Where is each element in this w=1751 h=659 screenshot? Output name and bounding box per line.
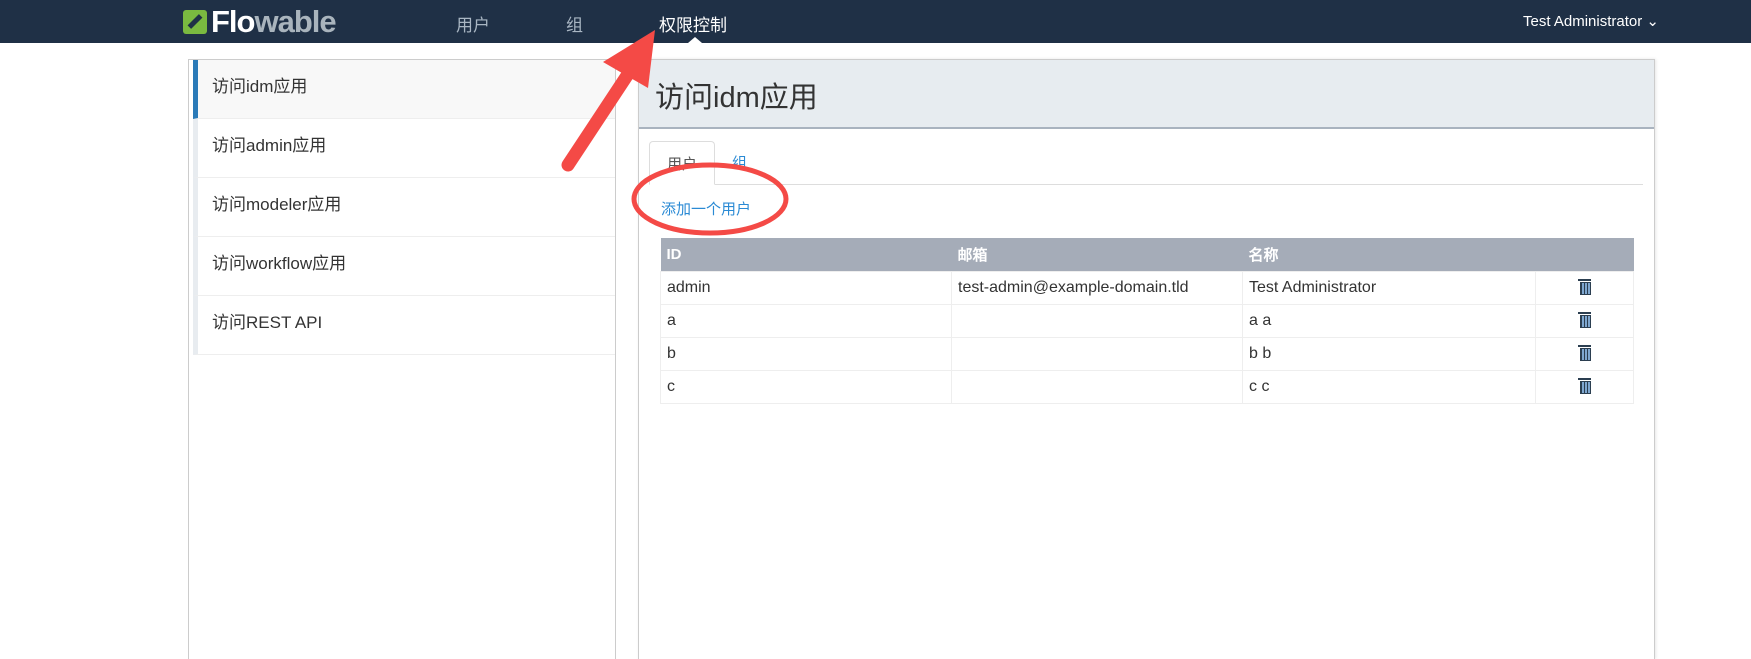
column-header-email: 邮箱 [951, 238, 1243, 271]
trash-icon[interactable] [1578, 310, 1591, 328]
nav-groups[interactable]: 组 [566, 11, 583, 36]
column-header-name: 名称 [1242, 238, 1536, 271]
privilege-item-admin[interactable]: 访问admin应用 [193, 119, 615, 178]
table-row: bb b [660, 336, 1634, 371]
cell-name: a a [1242, 303, 1536, 338]
add-user-link[interactable]: 添加一个用户 [661, 198, 751, 219]
table-row: aa a [660, 303, 1634, 338]
chevron-down-icon: ⌄ [1646, 13, 1659, 30]
table-row: admin test-admin@example-domain.tld Test A… [660, 270, 1634, 305]
privilege-item-modeler[interactable]: 访问modeler应用 [193, 178, 615, 237]
table-row: cc c [660, 369, 1634, 404]
cell-email [951, 369, 1243, 404]
column-header-actions [1535, 238, 1634, 271]
cell-email: test-admin@example-domain.tld [951, 270, 1243, 305]
active-nav-caret [688, 37, 702, 43]
top-navbar: Flowable 用户 组 权限控制 Test Administrator ⌄ [0, 0, 1751, 43]
cell-name: b b [1242, 336, 1536, 371]
logo-icon [183, 10, 207, 34]
trash-icon[interactable] [1578, 376, 1591, 394]
cell-id: b [660, 336, 952, 371]
users-table: ID 邮箱 名称 admin test-admin@example-domain.… [660, 238, 1634, 404]
tab-groups[interactable]: 组 [715, 141, 764, 185]
privilege-item-rest-api[interactable]: 访问REST API [193, 296, 615, 355]
privilege-list: 访问idm应用 访问admin应用 访问modeler应用 访问workflow… [188, 59, 616, 659]
cell-name: c c [1242, 369, 1536, 404]
trash-icon[interactable] [1578, 343, 1591, 361]
privilege-detail-panel: 访问idm应用 用户 组 添加一个用户 ID 邮箱 名称 admin test-a… [638, 59, 1655, 659]
cell-id: admin [660, 270, 952, 305]
cell-email [951, 336, 1243, 371]
panel-title: 访问idm应用 [639, 60, 1654, 129]
nav-users[interactable]: 用户 [456, 11, 490, 36]
cell-name: Test Administrator [1242, 270, 1536, 305]
privilege-item-workflow[interactable]: 访问workflow应用 [193, 237, 615, 296]
privilege-item-idm[interactable]: 访问idm应用 [193, 60, 615, 119]
cell-id: c [660, 369, 952, 404]
cell-id: a [660, 303, 952, 338]
tabs: 用户 组 [649, 141, 1643, 185]
flowable-logo[interactable]: Flowable [183, 4, 337, 39]
trash-icon[interactable] [1578, 277, 1591, 295]
nav-privileges[interactable]: 权限控制 [659, 11, 727, 36]
cell-email [951, 303, 1243, 338]
tab-users[interactable]: 用户 [649, 141, 716, 185]
column-header-id: ID [660, 238, 952, 271]
user-menu[interactable]: Test Administrator ⌄ [1523, 12, 1659, 30]
